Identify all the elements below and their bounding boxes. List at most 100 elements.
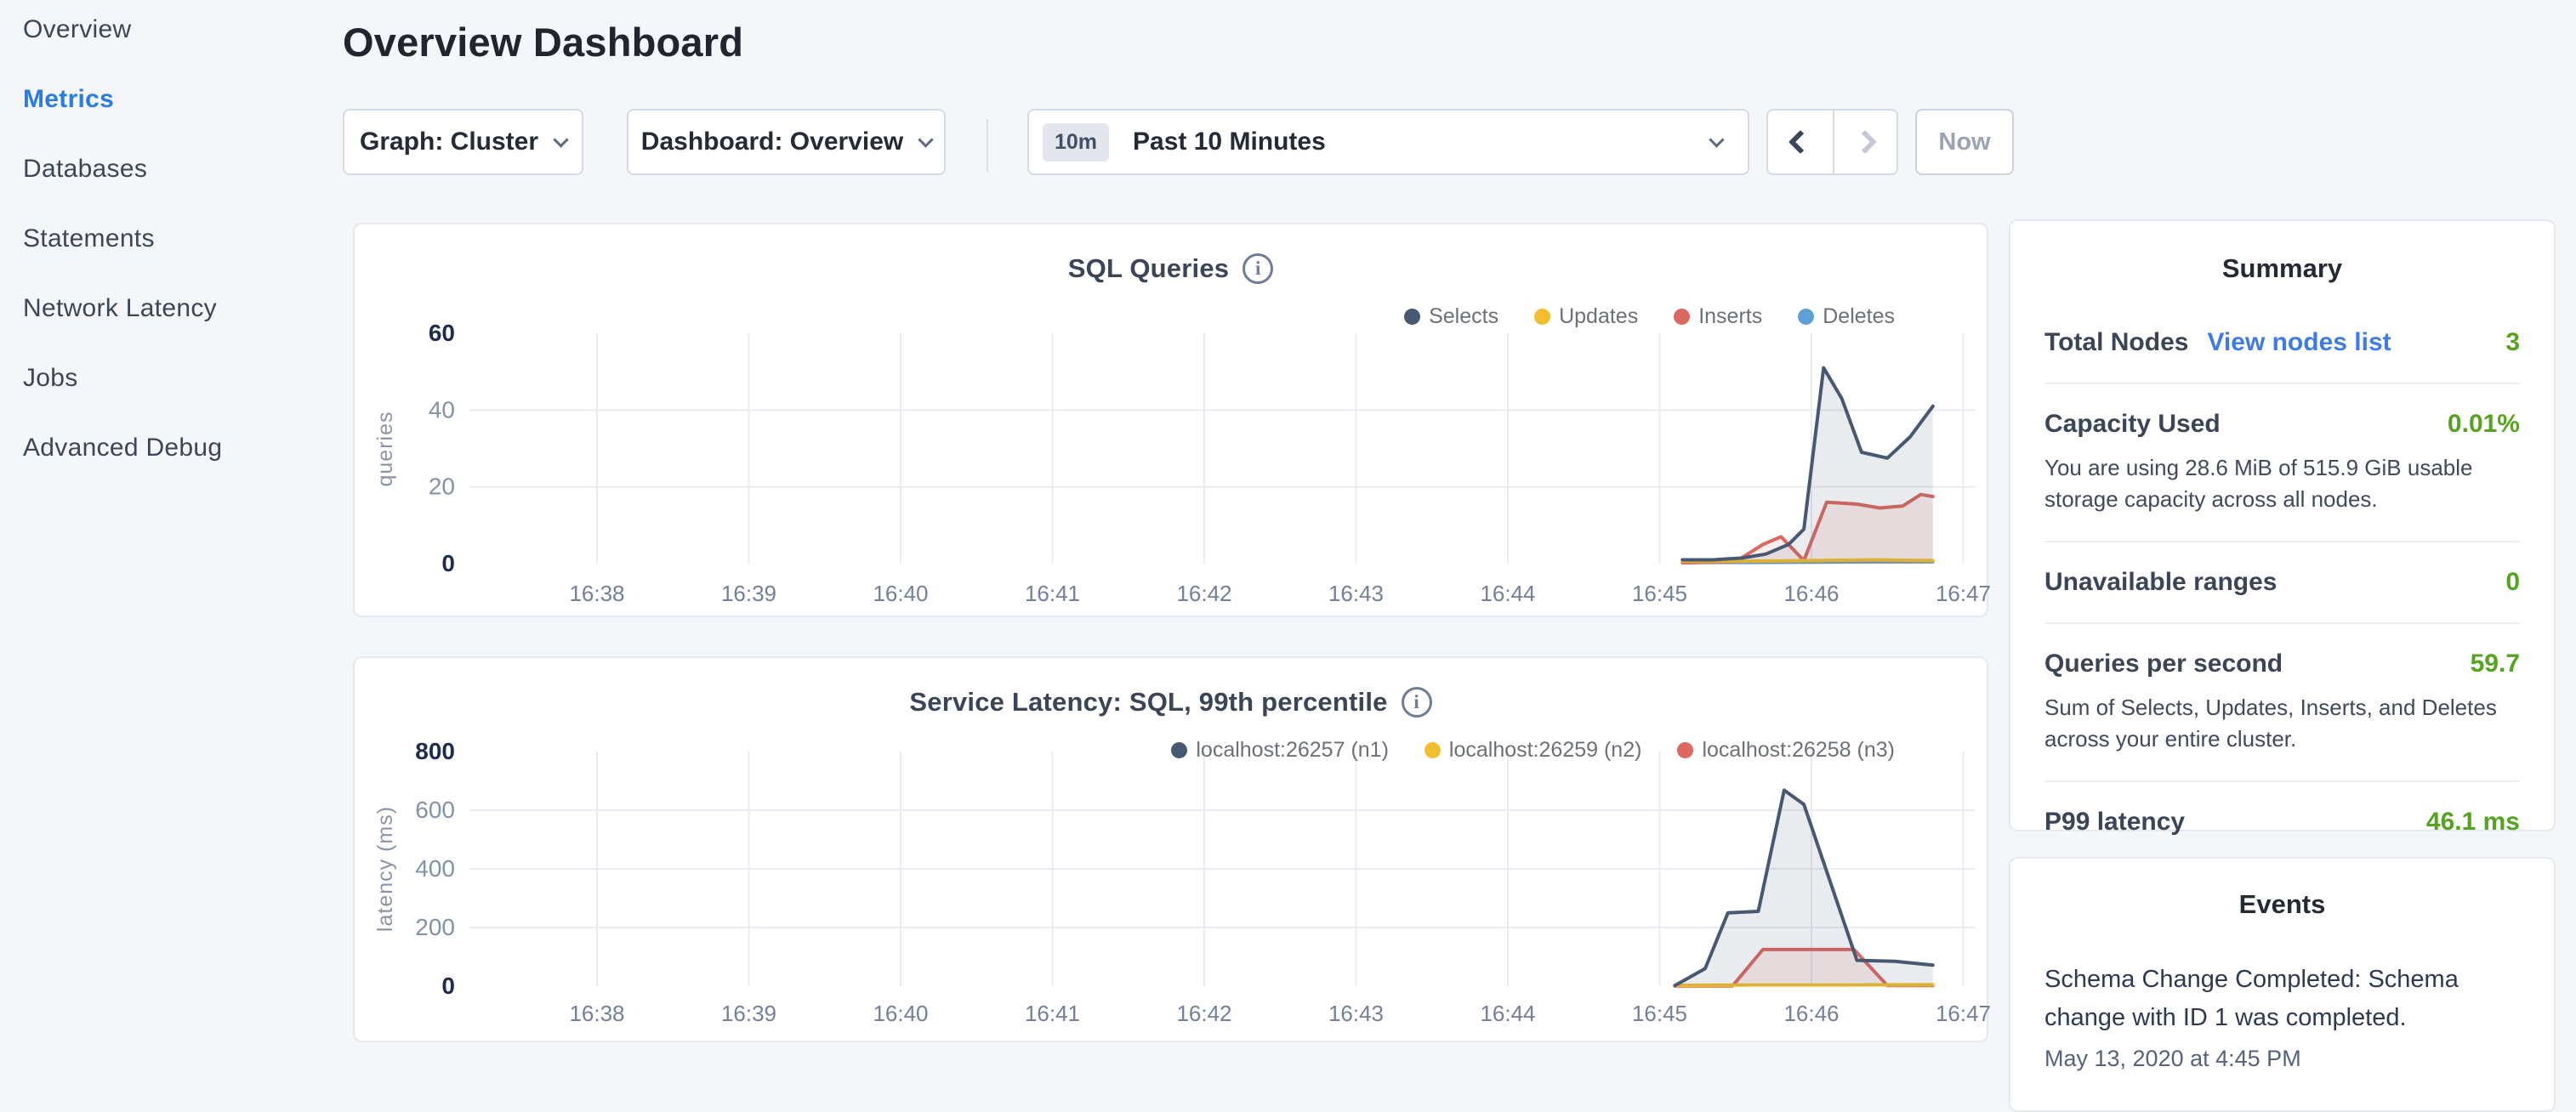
time-range-badge: 10m bbox=[1043, 123, 1109, 162]
page-title: Overview Dashboard bbox=[343, 19, 743, 65]
time-shift-buttons bbox=[1766, 109, 1898, 175]
legend-dot-icon bbox=[1171, 742, 1187, 758]
legend-item[interactable]: Deletes bbox=[1798, 304, 1895, 329]
chevron-down-icon bbox=[553, 132, 568, 147]
chart-legend: localhost:26257 (n1) localhost:26259 (n2)… bbox=[1171, 738, 1895, 763]
sidebar-item-jobs[interactable]: Jobs bbox=[23, 366, 329, 391]
legend-item[interactable]: localhost:26258 (n3) bbox=[1677, 738, 1895, 763]
queries-per-second-subtext: Sum of Selects, Updates, Inserts, and De… bbox=[2044, 692, 2520, 755]
y-tick-label: 600 bbox=[415, 797, 455, 823]
divider bbox=[2044, 383, 2520, 384]
summary-panel: Summary Total Nodes View nodes list 3 Ca… bbox=[2009, 219, 2556, 831]
legend-label: localhost:26259 (n2) bbox=[1449, 738, 1642, 763]
y-tick-label: 800 bbox=[415, 738, 455, 764]
p99-latency-value: 46.1 ms bbox=[2426, 808, 2520, 837]
y-axis-title: latency (ms) bbox=[373, 806, 397, 932]
chevron-down-icon bbox=[1709, 132, 1724, 147]
summary-title: Summary bbox=[2044, 253, 2520, 284]
event-timestamp: May 13, 2020 at 4:45 PM bbox=[2044, 1046, 2520, 1072]
x-tick-label: 16:43 bbox=[1328, 1001, 1384, 1026]
chevron-left-icon bbox=[1788, 130, 1812, 154]
total-nodes-label: Total Nodes bbox=[2044, 328, 2188, 357]
legend-item[interactable]: Selects bbox=[1404, 304, 1498, 329]
capacity-used-label: Capacity Used bbox=[2044, 410, 2221, 439]
time-back-button[interactable] bbox=[1768, 111, 1833, 173]
legend-item[interactable]: Updates bbox=[1534, 304, 1638, 329]
p99-latency-label: P99 latency bbox=[2044, 808, 2185, 837]
dashboard-dropdown[interactable]: Dashboard: Overview bbox=[627, 109, 946, 175]
event-text: Schema Change Completed: Schema change w… bbox=[2044, 961, 2520, 1037]
sidebar-item-metrics[interactable]: Metrics bbox=[23, 87, 329, 112]
legend-item[interactable]: localhost:26259 (n2) bbox=[1424, 738, 1642, 763]
sidebar: Overview Metrics Databases Statements Networ… bbox=[23, 17, 329, 505]
x-tick-label: 16:46 bbox=[1783, 1001, 1839, 1026]
legend-label: Inserts bbox=[1698, 304, 1762, 329]
chevron-down-icon bbox=[918, 132, 934, 147]
sql-queries-chart-card: 16:3816:3916:4016:4116:4216:4316:4416:45… bbox=[353, 223, 1988, 617]
sidebar-item-network-latency[interactable]: Network Latency bbox=[23, 296, 329, 321]
graph-dropdown[interactable]: Graph: Cluster bbox=[343, 109, 583, 175]
sidebar-item-statements[interactable]: Statements bbox=[23, 226, 329, 252]
unavailable-ranges-value: 0 bbox=[2505, 568, 2520, 597]
summary-row-total-nodes: Total Nodes View nodes list 3 bbox=[2044, 328, 2520, 357]
x-tick-label: 16:47 bbox=[1936, 581, 1990, 606]
x-tick-label: 16:42 bbox=[1176, 581, 1231, 606]
controls-divider bbox=[987, 119, 988, 172]
view-nodes-list-link[interactable]: View nodes list bbox=[2207, 328, 2391, 357]
sidebar-item-databases[interactable]: Databases bbox=[23, 156, 329, 182]
chart-title: SQL Queries bbox=[1068, 253, 1229, 284]
legend-item[interactable]: localhost:26257 (n1) bbox=[1171, 738, 1389, 763]
series-area bbox=[1682, 368, 1933, 564]
y-axis-title: queries bbox=[373, 411, 397, 487]
info-icon[interactable] bbox=[1402, 687, 1432, 718]
y-tick-label: 200 bbox=[415, 914, 455, 940]
x-tick-label: 16:41 bbox=[1025, 581, 1080, 606]
time-forward-button[interactable] bbox=[1833, 111, 1897, 173]
summary-row-unavailable-ranges: Unavailable ranges 0 bbox=[2044, 568, 2520, 597]
now-button[interactable]: Now bbox=[1915, 109, 2014, 175]
y-tick-label: 40 bbox=[429, 396, 455, 423]
x-tick-label: 16:39 bbox=[721, 1001, 776, 1026]
x-tick-label: 16:46 bbox=[1783, 581, 1839, 606]
legend-label: Selects bbox=[1429, 304, 1498, 329]
chart-title: Service Latency: SQL, 99th percentile bbox=[909, 687, 1387, 718]
y-tick-label: 0 bbox=[441, 973, 455, 999]
time-range-label: Past 10 Minutes bbox=[1133, 128, 1326, 156]
x-tick-label: 16:40 bbox=[873, 581, 928, 606]
queries-per-second-value: 59.7 bbox=[2471, 650, 2520, 678]
event-item[interactable]: Schema Change Completed: Schema change w… bbox=[2044, 961, 2520, 1072]
x-tick-label: 16:44 bbox=[1480, 581, 1535, 606]
time-range-dropdown[interactable]: 10m Past 10 Minutes bbox=[1027, 109, 1749, 175]
x-tick-label: 16:43 bbox=[1328, 581, 1384, 606]
capacity-used-value: 0.01% bbox=[2448, 410, 2520, 439]
y-tick-label: 60 bbox=[429, 320, 455, 346]
service-latency-chart-card: 16:3816:3916:4016:4116:4216:4316:4416:45… bbox=[353, 656, 1988, 1042]
chevron-right-icon bbox=[1853, 130, 1877, 154]
x-tick-label: 16:44 bbox=[1480, 1001, 1535, 1026]
dashboard-dropdown-label: Dashboard: Overview bbox=[641, 128, 903, 156]
x-tick-label: 16:40 bbox=[873, 1001, 928, 1026]
x-tick-label: 16:39 bbox=[721, 581, 776, 606]
queries-per-second-label: Queries per second bbox=[2044, 650, 2283, 678]
x-tick-label: 16:45 bbox=[1632, 581, 1687, 606]
sidebar-item-advanced-debug[interactable]: Advanced Debug bbox=[23, 435, 329, 461]
y-tick-label: 0 bbox=[441, 550, 455, 576]
legend-label: Deletes bbox=[1823, 304, 1895, 329]
total-nodes-value: 3 bbox=[2505, 328, 2520, 357]
divider bbox=[2044, 622, 2520, 624]
series-area bbox=[1675, 791, 1932, 987]
y-tick-label: 400 bbox=[415, 855, 455, 882]
summary-row-queries-per-second: Queries per second 59.7 Sum of Selects, … bbox=[2044, 650, 2520, 755]
divider bbox=[2044, 780, 2520, 782]
x-tick-label: 16:42 bbox=[1176, 1001, 1231, 1026]
summary-row-p99-latency: P99 latency 46.1 ms bbox=[2044, 808, 2520, 837]
info-icon[interactable] bbox=[1243, 253, 1273, 284]
events-panel: Events Schema Change Completed: Schema c… bbox=[2009, 857, 2556, 1112]
sidebar-item-overview[interactable]: Overview bbox=[23, 17, 329, 43]
x-tick-label: 16:47 bbox=[1936, 1001, 1990, 1026]
legend-item[interactable]: Inserts bbox=[1674, 304, 1762, 329]
summary-row-capacity-used: Capacity Used 0.01% You are using 28.6 M… bbox=[2044, 410, 2520, 515]
x-tick-label: 16:45 bbox=[1632, 1001, 1687, 1026]
divider bbox=[2044, 541, 2520, 542]
legend-label: localhost:26258 (n3) bbox=[1702, 738, 1895, 763]
